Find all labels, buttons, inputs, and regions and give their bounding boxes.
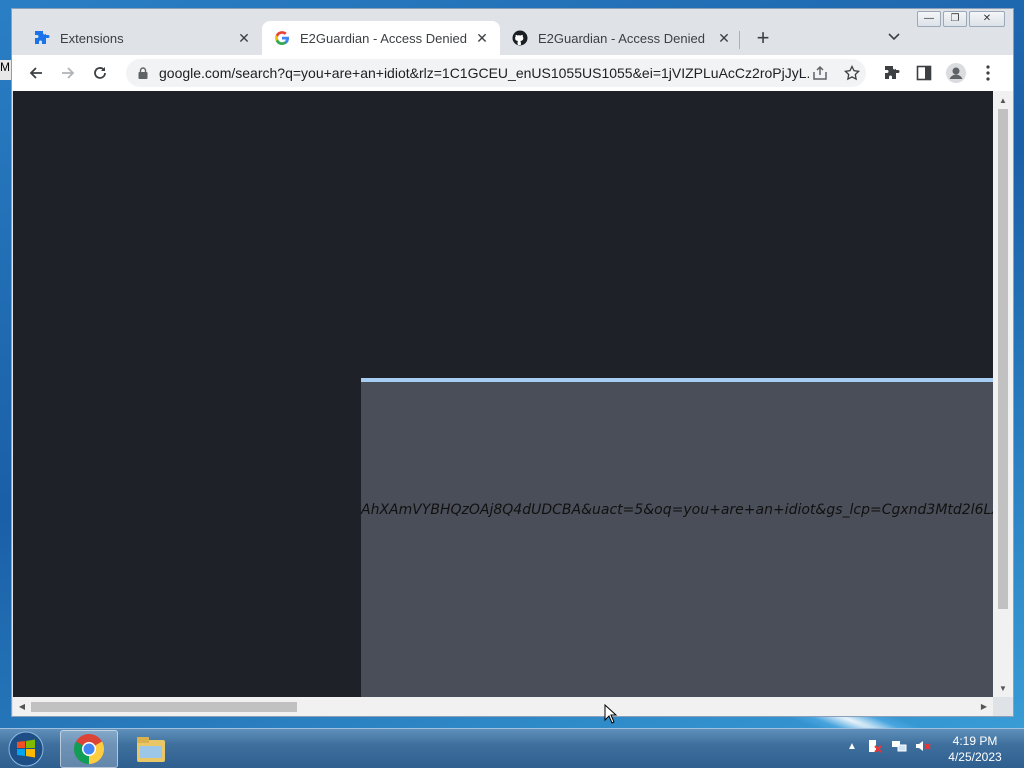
bookmark-star-icon[interactable] [842,63,862,83]
tab-strip: Extensions ✕ E2Guardian - Access Denied … [12,19,1013,55]
menu-button[interactable] [976,61,1000,85]
browser-window: — ❐ ✕ Extensions ✕ E2Guardian - Access D… [11,8,1014,717]
scroll-down-icon[interactable]: ▼ [993,681,1013,695]
tab-separator [739,31,740,49]
tab-title: Extensions [60,30,124,46]
plus-icon: + [756,25,770,50]
clock-time: 4:19 PM [952,734,998,748]
google-icon [274,30,290,46]
network-icon[interactable] [890,737,908,755]
horizontal-scroll-thumb[interactable] [31,702,297,712]
access-denied-panel: AhXAmVYBHQzOAj8Q4dUDCBA&uact=5&oq=you+ar… [361,378,993,697]
new-tab-button[interactable]: + [752,25,774,50]
scroll-left-icon[interactable]: ◀ [15,697,29,716]
avatar-icon [946,63,966,83]
close-tab-icon[interactable]: ✕ [474,30,490,46]
tab-title: E2Guardian - Access Denied [300,30,467,46]
arrow-left-icon [29,67,42,79]
lock-icon [135,65,151,81]
show-hidden-icons-button[interactable]: ▲ [843,737,861,755]
chevron-down-icon [888,33,900,41]
url-text[interactable]: google.com/search?q=you+are+an+idiot&rlz… [159,65,809,81]
blocked-url-text: AhXAmVYBHQzOAj8Q4dUDCBA&uact=5&oq=you+ar… [361,502,993,518]
puzzle-icon [34,30,50,46]
taskbar-chrome-button[interactable] [60,730,118,768]
taskbar-explorer-button[interactable] [122,730,180,768]
browser-toolbar: google.com/search?q=you+are+an+idiot&rlz… [12,55,1013,91]
close-tab-icon[interactable]: ✕ [236,30,252,46]
puzzle-icon [885,66,900,79]
reload-icon [94,67,106,79]
horizontal-scrollbar[interactable]: ◀ ▶ [13,697,993,716]
github-icon [512,30,528,46]
side-panel-button[interactable] [912,61,936,85]
share-icon[interactable] [810,63,830,83]
extensions-button[interactable] [880,61,904,85]
mouse-cursor-icon [604,704,618,724]
clock-date: 4/25/2023 [948,750,1002,764]
tab-extensions[interactable]: Extensions ✕ [12,21,262,55]
volume-muted-icon[interactable] [914,737,932,755]
start-button[interactable] [6,731,46,767]
vertical-scroll-thumb[interactable] [998,109,1008,609]
tab-access-denied-google[interactable]: E2Guardian - Access Denied ✕ [262,21,500,55]
back-button[interactable] [24,61,48,85]
system-clock[interactable]: 4:19 PM 4/25/2023 [940,733,1010,765]
profile-button[interactable] [944,61,968,85]
scroll-up-icon[interactable]: ▲ [993,93,1013,107]
windows-logo-icon [8,731,44,767]
chrome-icon [73,734,105,764]
tab-search-button[interactable] [886,29,902,45]
vertical-scrollbar[interactable]: ▲ ▼ [993,91,1013,697]
page-content: AhXAmVYBHQzOAj8Q4dUDCBA&uact=5&oq=you+ar… [13,91,993,697]
side-panel-icon [916,65,932,81]
address-bar[interactable]: google.com/search?q=you+are+an+idiot&rlz… [126,59,866,87]
action-center-icon[interactable] [866,737,884,755]
reload-button[interactable] [88,61,112,85]
scroll-right-icon[interactable]: ▶ [977,697,991,716]
more-vert-icon [986,65,990,81]
tab-title: E2Guardian - Access Denied [538,30,705,46]
folder-icon [137,737,165,762]
arrow-right-icon [62,67,75,79]
chevron-up-icon: ▲ [847,740,857,752]
forward-button[interactable] [56,61,80,85]
close-tab-icon[interactable]: ✕ [716,30,732,46]
tab-access-denied-github[interactable]: E2Guardian - Access Denied ✕ [502,21,742,55]
taskbar: ▲ 4:19 PM 4/25/2023 [0,728,1024,768]
